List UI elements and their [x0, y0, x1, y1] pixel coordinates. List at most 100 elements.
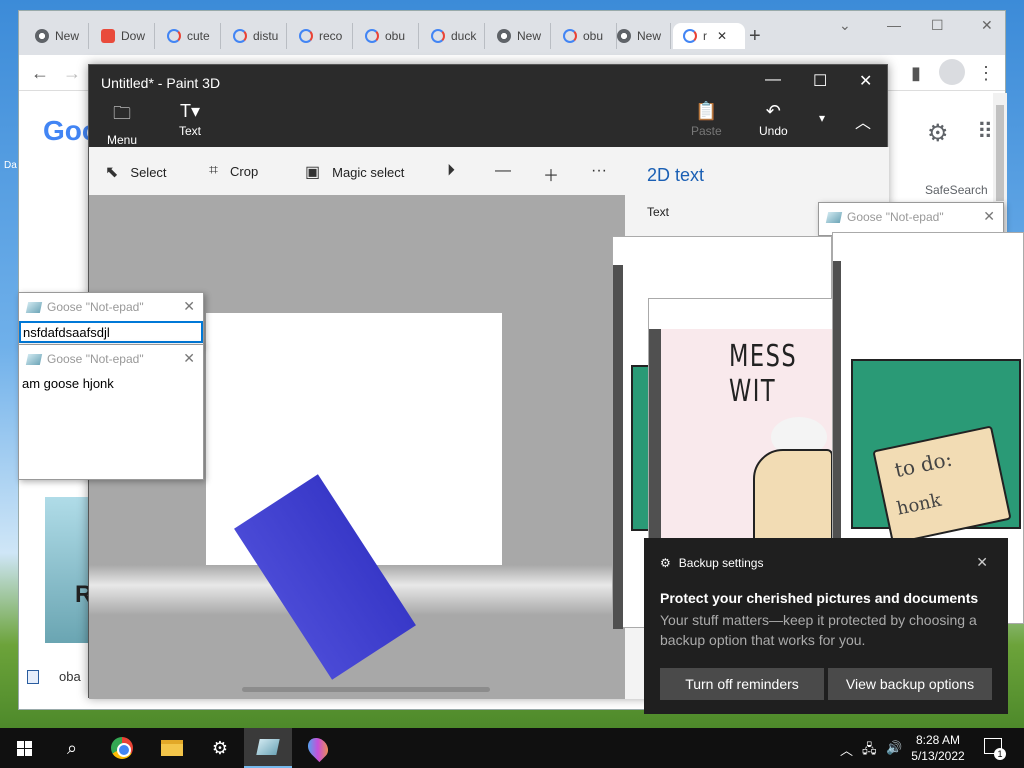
tab-2[interactable]: Dow [91, 23, 155, 49]
chrome-icon [617, 29, 631, 43]
folder-icon: 🗀 [113, 103, 132, 123]
goose-notepad-window-3[interactable]: Goose "Not-epad" ✕ [818, 202, 1004, 236]
goose-notepad-window-1[interactable]: Goose "Not-epad" ✕ nsfdafdsaafsdjl [18, 292, 204, 346]
chrome-icon [35, 29, 49, 43]
backup-toast[interactable]: ⚙ Backup settings ✕ Protect your cherish… [644, 538, 1008, 714]
tab-label: distu [253, 29, 279, 43]
close-button[interactable]: ✕ [981, 17, 993, 34]
tab-label: New [637, 29, 662, 43]
profile-avatar[interactable] [939, 59, 965, 85]
side-panel-label: Text [647, 205, 670, 219]
menu-button[interactable]: 🗀 Menu [107, 101, 137, 147]
google-icon [233, 29, 247, 43]
maximize-button[interactable]: ☐ [931, 17, 944, 34]
paste-label: Paste [691, 124, 722, 138]
new-tab-button[interactable]: + [749, 25, 761, 48]
back-icon[interactable]: ← [31, 63, 49, 84]
tab-label: duck [451, 29, 477, 43]
minimize-button[interactable]: — [887, 17, 901, 33]
network-icon[interactable]: 🖧 [862, 740, 877, 762]
menu-kebab-icon[interactable]: ⋮ [977, 63, 995, 84]
google-icon [563, 29, 577, 43]
tab-close-icon[interactable]: ✕ [717, 29, 727, 43]
text-tool-button[interactable]: T▾ Text [179, 101, 201, 138]
forward-icon[interactable]: → [63, 63, 81, 84]
maximize-button[interactable]: ☐ [813, 71, 827, 91]
more-button[interactable]: ··· [591, 162, 607, 180]
volume-icon[interactable]: 🔊 [886, 740, 902, 756]
toast-title: Protect your cherished pictures and docu… [660, 590, 979, 606]
menu-label: Menu [107, 133, 138, 147]
taskbar-settings[interactable]: ⚙ [196, 728, 244, 768]
folder-icon [161, 740, 183, 756]
tab-label: obu [583, 29, 604, 43]
safesearch-label[interactable]: SafeSearch [925, 183, 988, 197]
notepad-icon [25, 301, 43, 313]
chevron-up-icon[interactable]: ︿ [840, 740, 853, 759]
goose-titlebar: Goose "Not-epad" ✕ [819, 203, 1003, 231]
start-button[interactable] [0, 728, 48, 768]
tab-3[interactable]: cute [157, 23, 221, 49]
taskbar-file-explorer[interactable] [148, 728, 196, 768]
notepad-icon [825, 211, 843, 223]
tab-4[interactable]: distu [223, 23, 287, 49]
taskbar-goose-notepad[interactable] [244, 728, 292, 768]
view-backup-options-button[interactable]: View backup options [828, 668, 992, 700]
undo-icon: ↶ [765, 101, 781, 121]
goose-titlebar: Goose "Not-epad" ✕ [19, 293, 203, 321]
minus-icon: — [495, 162, 511, 179]
magic-select-tool[interactable]: ▣ Magic select [305, 162, 404, 182]
view-3d-button[interactable]: ⏵ [447, 162, 455, 180]
chevron-down-icon[interactable]: ▾ [819, 111, 825, 125]
result-thumbnail[interactable] [45, 497, 89, 643]
clipboard-icon: 📋 [695, 101, 718, 121]
tab-1[interactable]: New [25, 23, 89, 49]
goose-text-area[interactable]: am goose hjonk [19, 373, 203, 394]
crop-icon: ⌗ [209, 162, 219, 179]
minimize-button[interactable]: — [765, 71, 781, 89]
close-icon[interactable]: ✕ [983, 208, 995, 225]
goose-notepad-window-2[interactable]: Goose "Not-epad" ✕ am goose hjonk [18, 344, 204, 480]
download-item[interactable]: oba [27, 669, 81, 684]
paste-button[interactable]: 📋 Paste [691, 101, 722, 138]
tab-7[interactable]: duck [421, 23, 485, 49]
goose-text-field[interactable]: nsfdafdsaafsdjl [19, 321, 203, 343]
crop-tool[interactable]: ⌗ Crop [209, 162, 258, 180]
canvas-scrollbar[interactable] [242, 687, 490, 692]
tab-search-icon[interactable]: ⌄ [839, 17, 851, 34]
scroll-thumb[interactable] [996, 105, 1004, 201]
tab-6[interactable]: obu [355, 23, 419, 49]
undo-button[interactable]: ↶ Undo [759, 101, 788, 138]
close-icon[interactable]: ✕ [976, 554, 988, 571]
notepad-icon [256, 739, 280, 755]
download-filename: oba [59, 669, 81, 684]
tab-8[interactable]: New [487, 23, 551, 49]
turn-off-reminders-button[interactable]: Turn off reminders [660, 668, 824, 700]
toast-body: Your stuff matters—keep it protected by … [660, 612, 977, 648]
window-title: Untitled* - Paint 3D [101, 75, 221, 91]
taskbar-chrome[interactable] [98, 728, 146, 768]
tab-10[interactable]: New [607, 23, 671, 49]
close-button[interactable]: ✕ [859, 71, 872, 91]
search-button[interactable]: ⌕ [48, 728, 96, 768]
tab-label: reco [319, 29, 343, 43]
close-icon[interactable]: ✕ [183, 298, 195, 315]
meme-window-mess[interactable]: MESS WIT [648, 298, 835, 545]
zoom-out-button[interactable]: — [495, 162, 511, 180]
side-panel-icon[interactable]: ▮ [911, 63, 921, 84]
tab-label: r [703, 29, 707, 43]
tab-5[interactable]: reco [289, 23, 353, 49]
paint3d-icon [303, 733, 333, 763]
select-tool[interactable]: ⬉ Select [105, 162, 167, 182]
taskbar-paint3d[interactable] [294, 728, 342, 768]
apps-grid-icon[interactable]: ⠿ [977, 119, 993, 145]
desktop-icon-label[interactable]: Da [4, 160, 17, 171]
chevron-up-icon[interactable]: ︿ [855, 109, 871, 133]
close-icon[interactable]: ✕ [183, 350, 195, 367]
tab-11-active[interactable]: r ✕ [673, 23, 745, 49]
meme-text: MESS WIT [729, 339, 798, 409]
gear-icon[interactable]: ⚙ [927, 119, 949, 148]
system-clock[interactable]: 8:28 AM 5/13/2022 [906, 732, 970, 764]
cursor-icon: ⬉ [105, 164, 119, 181]
zoom-in-button[interactable]: ＋ [543, 162, 559, 186]
